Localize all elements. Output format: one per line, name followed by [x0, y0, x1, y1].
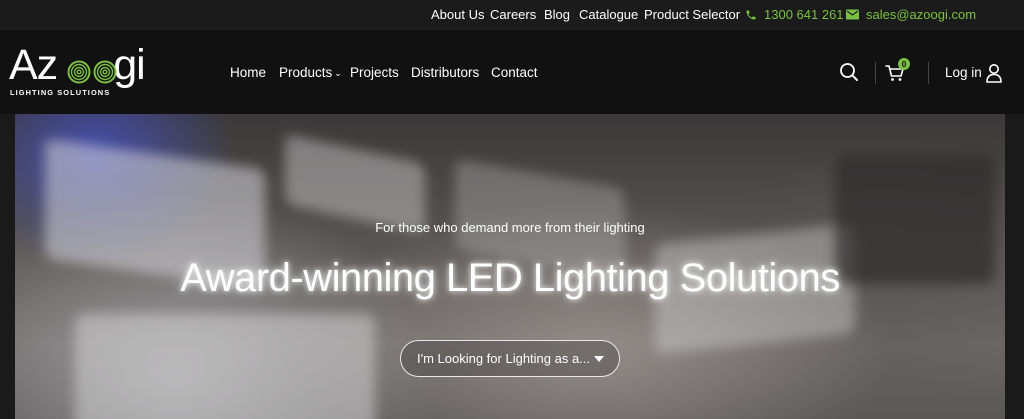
phone-link[interactable]: 1300 641 261	[745, 7, 844, 22]
phone-icon	[746, 10, 756, 19]
email-address: sales@azoogi.com	[866, 7, 977, 22]
nav-products[interactable]: Products ⌄	[279, 65, 342, 80]
careers-link[interactable]: Careers	[490, 7, 536, 22]
search-icon[interactable]	[839, 62, 859, 82]
product-selector-link[interactable]: Product Selector	[644, 7, 740, 22]
lighting-type-select-value: I'm Looking for Lighting as a...	[417, 351, 591, 366]
hero-background-shape	[285, 134, 425, 234]
cart-count-badge: 0	[898, 58, 910, 70]
catalogue-link[interactable]: Catalogue	[579, 7, 638, 22]
blog-link[interactable]: Blog	[544, 7, 570, 22]
nav-products-label: Products	[279, 65, 333, 80]
phone-number: 1300 641 261	[764, 7, 844, 22]
about-us-link[interactable]: About Us	[431, 7, 484, 22]
logo-tagline: LIGHTING SOLUTIONS	[10, 88, 111, 97]
hero-banner: For those who demand more from their lig…	[15, 114, 1005, 419]
top-utility-bar: About Us Careers Blog Catalogue Product …	[0, 0, 1024, 30]
header-divider	[928, 62, 929, 84]
user-icon[interactable]	[986, 63, 1002, 83]
chevron-down-icon: ⌄	[334, 68, 342, 78]
envelope-icon	[846, 9, 859, 20]
main-header: Az gi LIGHTING SOLUTIONS Home Products ⌄ P…	[0, 30, 1024, 114]
header-divider	[875, 62, 876, 84]
nav-distributors[interactable]: Distributors	[411, 65, 479, 80]
nav-projects[interactable]: Projects	[350, 65, 399, 80]
nav-contact[interactable]: Contact	[491, 65, 538, 80]
email-link[interactable]: sales@azoogi.com	[846, 7, 976, 22]
lighting-type-select[interactable]: I'm Looking for Lighting as a...	[400, 340, 620, 377]
hero-headline: Award-winning LED Lighting Solutions	[180, 256, 840, 300]
logo-rings-icon	[67, 60, 117, 84]
azoogi-logo[interactable]: Az gi LIGHTING SOLUTIONS	[9, 42, 146, 100]
hero-background-shape	[75, 314, 375, 419]
login-link[interactable]: Log in	[945, 65, 982, 80]
hero-eyebrow: For those who demand more from their lig…	[375, 220, 645, 235]
dropdown-caret-icon	[594, 356, 604, 362]
nav-home[interactable]: Home	[230, 65, 266, 80]
